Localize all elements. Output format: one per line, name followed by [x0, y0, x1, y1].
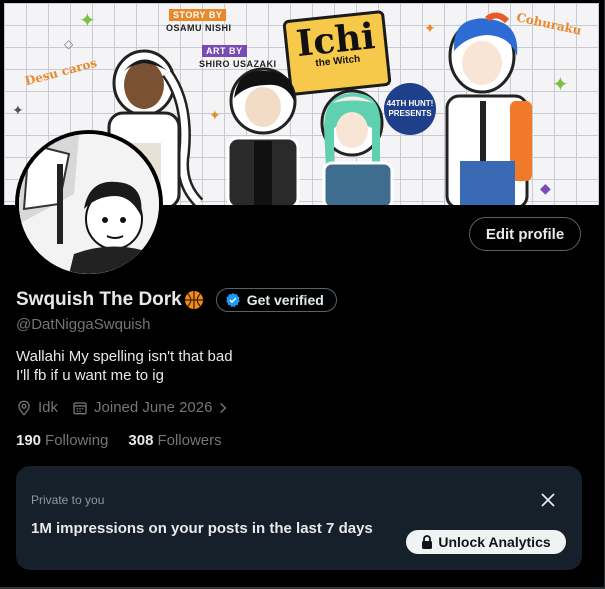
profile-meta: Idk Joined June 2026: [16, 399, 250, 416]
unlock-analytics-label: Unlock Analytics: [438, 534, 551, 550]
get-verified-button[interactable]: Get verified: [215, 288, 337, 312]
following-link[interactable]: 190 Following: [16, 432, 108, 449]
profile-page: ✦ ◇ ✦ ✦ ✦ ◆ ✦ STORY BY OSAMU NISHI ART B…: [0, 0, 605, 589]
profile-avatar[interactable]: [15, 130, 163, 278]
lock-icon: [422, 535, 433, 549]
verified-badge-icon: [225, 293, 240, 308]
sparkle-icon: ✦: [12, 102, 24, 118]
sparkle-icon: ✦: [79, 10, 96, 32]
location-text: Idk: [38, 399, 59, 416]
sparkle-icon: ◇: [64, 37, 74, 51]
location-pin-icon: [18, 400, 30, 416]
sparkle-icon: ✦: [552, 74, 569, 96]
following-label: Following: [45, 432, 109, 449]
user-handle: @DatNiggaSwquish: [16, 316, 151, 333]
followers-count: 308: [128, 432, 154, 449]
joined-text: Joined June 2026: [94, 399, 213, 416]
unlock-analytics-button[interactable]: Unlock Analytics: [406, 530, 566, 554]
profile-bio: Wallahi My spelling isn't that bad I'll …: [16, 347, 233, 385]
followers-link[interactable]: 308 Followers: [128, 432, 221, 449]
location-item: Idk: [16, 399, 58, 416]
card-impressions-text: 1M impressions on your posts in the last…: [31, 520, 373, 537]
basketball-emoji-icon: [184, 290, 204, 310]
character-illustration-2: [226, 67, 300, 205]
close-icon: [541, 493, 555, 507]
story-credit-name: OSAMU NISHI: [166, 23, 232, 33]
joined-item[interactable]: Joined June 2026: [72, 399, 236, 416]
name-row: Swquish The Dork Get verified: [16, 288, 337, 312]
followers-label: Followers: [157, 432, 222, 449]
chevron-right-icon: [220, 402, 227, 413]
card-private-label: Private to you: [31, 493, 105, 507]
banner-side-text-left: Desu caros: [23, 55, 99, 89]
following-count: 190: [16, 432, 42, 449]
character-illustration-3: [320, 89, 394, 205]
bio-line: I'll fb if u want me to ig: [16, 367, 164, 384]
display-name: Swquish The Dork: [16, 289, 182, 310]
analytics-card: Private to you 1M impressions on your po…: [16, 466, 582, 570]
follow-stats: 190 Following 308 Followers: [16, 432, 242, 449]
story-credit-label: STORY BY: [169, 9, 227, 21]
edit-profile-button[interactable]: Edit profile: [469, 217, 581, 251]
avatar-image: [19, 134, 159, 274]
character-illustration-4: [445, 12, 532, 205]
bio-line: Wallahi My spelling isn't that bad: [16, 348, 233, 365]
calendar-icon: [73, 401, 87, 414]
get-verified-label: Get verified: [246, 292, 324, 308]
close-button[interactable]: [538, 490, 558, 510]
